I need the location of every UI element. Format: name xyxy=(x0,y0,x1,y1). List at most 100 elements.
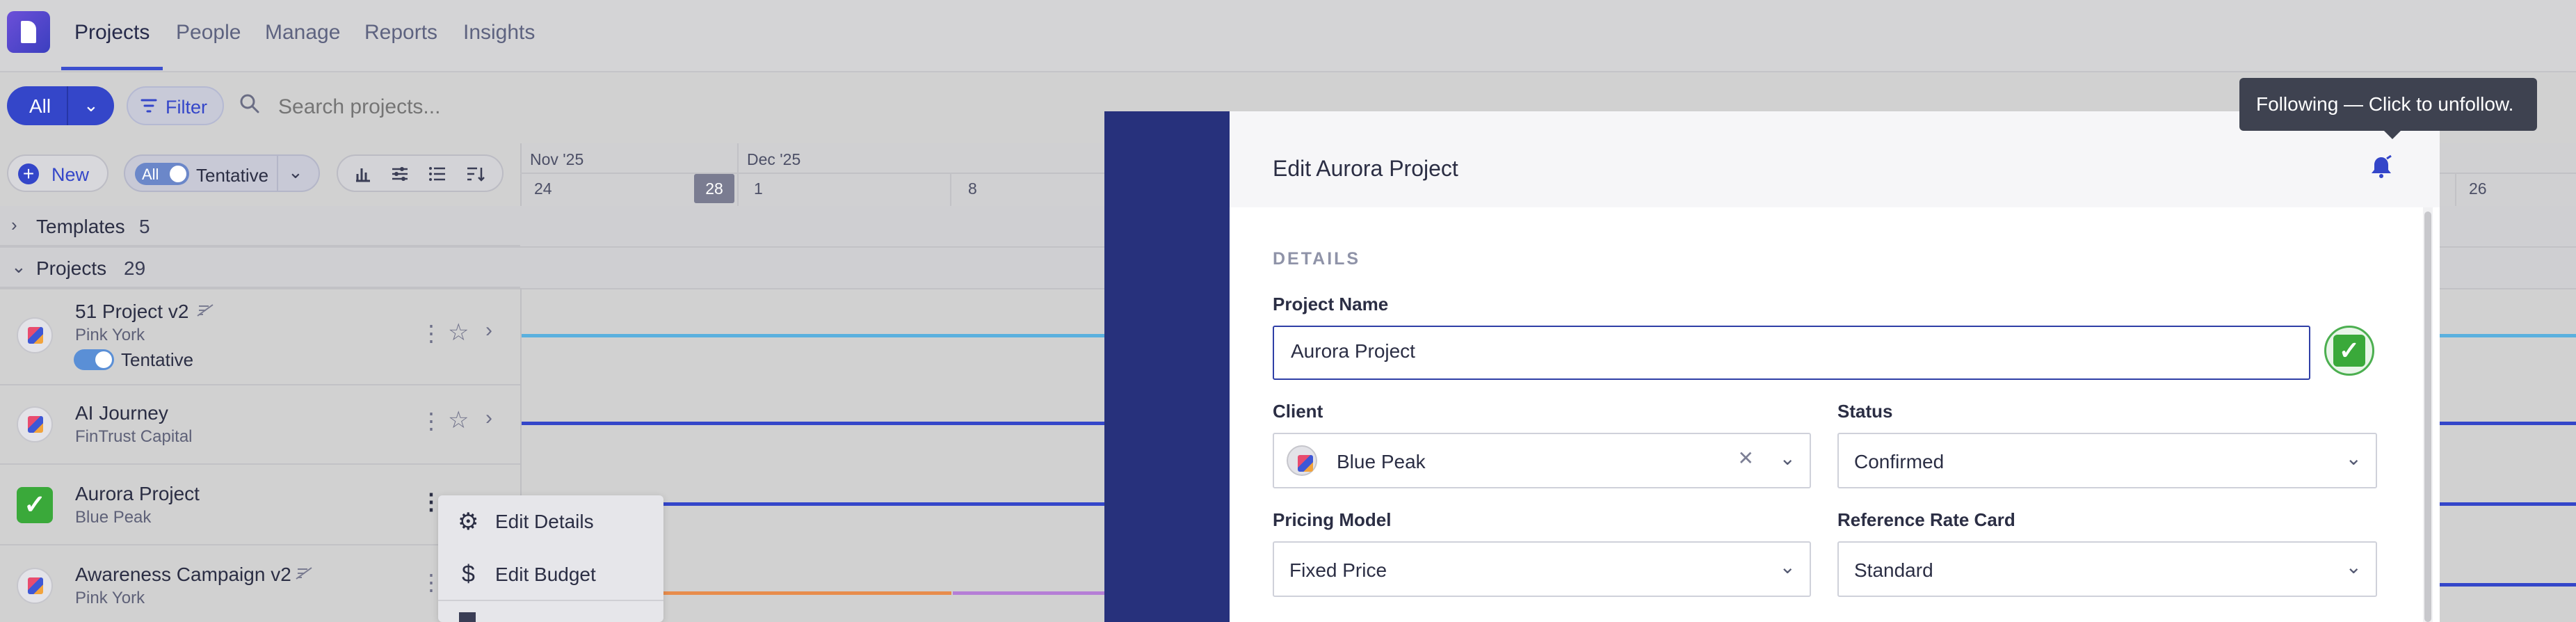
rate-card-value: Standard xyxy=(1854,559,1933,581)
project-bar[interactable] xyxy=(522,422,1104,425)
bell-icon[interactable] xyxy=(2369,154,2394,180)
tentative-toggle[interactable] xyxy=(74,349,114,370)
tentative-label: Tentative xyxy=(121,349,194,370)
project-context-menu: ⚙ Edit Details $ Edit Budget xyxy=(438,495,663,622)
sliders-icon[interactable] xyxy=(391,166,409,182)
project-bar[interactable] xyxy=(2440,422,2576,425)
active-tab-indicator xyxy=(61,67,163,70)
new-button[interactable]: + New xyxy=(7,154,108,192)
chevron-right-icon[interactable]: › xyxy=(485,319,492,342)
project-bar[interactable] xyxy=(2440,502,2576,506)
list-icon[interactable] xyxy=(428,166,446,182)
nav-projects[interactable]: Projects xyxy=(74,21,150,45)
project-bar[interactable] xyxy=(2440,334,2576,337)
all-tentative-toggle[interactable]: All xyxy=(135,163,189,185)
edit-details-label: Edit Details xyxy=(495,511,594,532)
all-projects-selector[interactable]: All ⌄ xyxy=(7,86,114,125)
nav-reports[interactable]: Reports xyxy=(364,21,437,45)
project-bar[interactable] xyxy=(663,502,1104,506)
gear-icon: ⚙ xyxy=(458,509,479,535)
chevron-down-icon[interactable]: ⌄ xyxy=(2346,555,2362,578)
more-vertical-icon[interactable]: ⋮ xyxy=(420,408,442,434)
client-value: Blue Peak xyxy=(1337,451,1426,472)
project-name[interactable]: Aurora Project xyxy=(75,483,200,505)
chevron-down-icon[interactable]: ⌄ xyxy=(83,95,99,116)
chevron-down-icon[interactable]: ⌄ xyxy=(288,161,303,183)
filter-icon xyxy=(140,99,157,113)
status-value: Confirmed xyxy=(1854,451,1945,472)
tentative-icon xyxy=(197,304,214,317)
all-toggle-label: All xyxy=(142,166,159,183)
filter-label: Filter xyxy=(166,97,207,118)
month-label: Dec '25 xyxy=(747,150,801,168)
bar-chart-icon[interactable] xyxy=(355,166,371,182)
projects-count: 29 xyxy=(124,257,146,279)
status-select[interactable]: Confirmed ⌄ xyxy=(1837,433,2377,488)
chevron-right-icon[interactable]: › xyxy=(485,406,492,430)
templates-section[interactable]: › Templates 5 xyxy=(0,206,520,246)
menu-item-icon xyxy=(459,612,476,622)
client-name: Pink York xyxy=(75,589,145,607)
filter-button[interactable]: Filter xyxy=(127,86,224,125)
rate-card-select[interactable]: Standard ⌄ xyxy=(1837,541,2377,597)
app-logo[interactable] xyxy=(7,11,50,53)
project-status-icon[interactable]: ✓ xyxy=(2324,326,2374,376)
more-vertical-icon[interactable]: ⋮ xyxy=(420,320,442,346)
search-icon xyxy=(240,94,259,113)
chevron-right-icon[interactable]: › xyxy=(11,214,17,236)
chevron-down-icon[interactable]: ⌄ xyxy=(1780,555,1796,578)
projects-section[interactable]: ⌄ Projects 29 xyxy=(0,248,520,288)
project-name-field[interactable] xyxy=(1273,326,2310,380)
scrollbar-thumb[interactable] xyxy=(2424,212,2431,622)
templates-label: Templates xyxy=(36,216,125,237)
dollar-icon: $ xyxy=(462,561,475,587)
client-label: Client xyxy=(1273,401,1323,422)
status-label: Status xyxy=(1837,401,1893,422)
project-name-label: Project Name xyxy=(1273,294,1389,314)
edit-details-item[interactable]: ⚙ Edit Details xyxy=(438,495,663,547)
pricing-model-label: Pricing Model xyxy=(1273,509,1392,530)
project-name[interactable]: 51 Project v2 xyxy=(75,301,188,323)
close-icon[interactable]: ✕ xyxy=(1738,447,1754,470)
new-label: New xyxy=(51,164,90,185)
project-name-input[interactable] xyxy=(1289,340,2196,363)
search-input[interactable] xyxy=(277,94,697,120)
project-name[interactable]: AI Journey xyxy=(75,402,168,424)
tentative-label: Tentative xyxy=(196,165,269,186)
project-bar[interactable] xyxy=(953,591,1104,595)
chevron-down-icon[interactable]: ⌄ xyxy=(2346,447,2362,470)
client-name: Blue Peak xyxy=(75,508,152,527)
tentative-toggle-group[interactable]: All Tentative ⌄ xyxy=(124,154,320,192)
edit-budget-label: Edit Budget xyxy=(495,564,596,585)
client-avatar xyxy=(1287,445,1317,476)
tooltip-text: Following — Click to unfollow. xyxy=(2256,93,2514,115)
project-bar[interactable] xyxy=(2440,583,2576,587)
project-bar[interactable] xyxy=(522,334,1104,337)
nav-insights[interactable]: Insights xyxy=(463,21,535,45)
all-label: All xyxy=(29,95,51,117)
project-bar[interactable] xyxy=(663,591,951,595)
chevron-down-icon[interactable]: ⌄ xyxy=(1780,447,1796,470)
day-label: 1 xyxy=(754,180,763,198)
today-marker: 28 xyxy=(694,174,734,203)
chevron-down-icon[interactable]: ⌄ xyxy=(11,256,26,278)
sort-icon[interactable] xyxy=(466,166,485,182)
tentative-icon xyxy=(296,567,312,580)
star-icon[interactable]: ☆ xyxy=(448,406,469,434)
day-label: 26 xyxy=(2469,180,2487,198)
follow-tooltip: Following — Click to unfollow. xyxy=(2239,78,2537,139)
client-select[interactable]: Blue Peak ✕ ⌄ xyxy=(1273,433,1811,488)
details-section-label: DETAILS xyxy=(1273,249,1361,269)
client-avatar xyxy=(17,317,53,353)
modal-title: Edit Aurora Project xyxy=(1273,156,1458,181)
pricing-model-value: Fixed Price xyxy=(1289,559,1387,581)
star-icon[interactable]: ☆ xyxy=(448,319,469,346)
day-label: 8 xyxy=(968,180,977,198)
templates-count: 5 xyxy=(139,216,150,237)
nav-people[interactable]: People xyxy=(176,21,241,45)
nav-manage[interactable]: Manage xyxy=(265,21,340,45)
pricing-model-select[interactable]: Fixed Price ⌄ xyxy=(1273,541,1811,597)
project-name[interactable]: Awareness Campaign v2 xyxy=(75,564,291,586)
projects-label: Projects xyxy=(36,257,107,279)
edit-budget-item[interactable]: $ Edit Budget xyxy=(438,548,663,600)
